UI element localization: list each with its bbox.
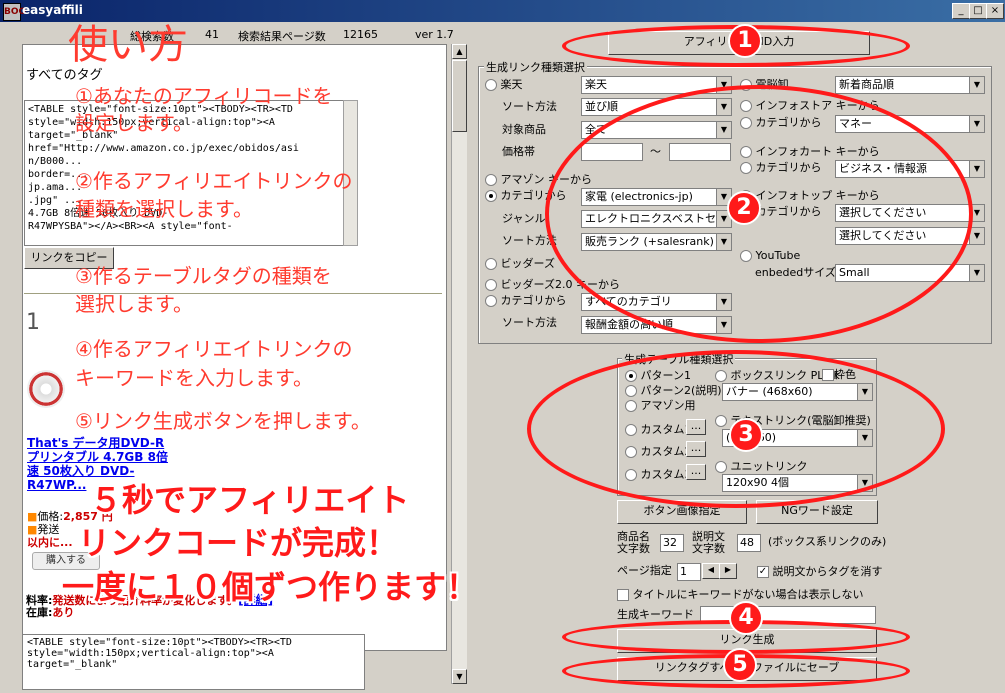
rakuten-select-value: 楽天 xyxy=(585,78,607,91)
box-only-note: (ボックス系リンクのみ) xyxy=(768,535,887,548)
maximize-button[interactable]: □ xyxy=(969,3,987,19)
page-label: ページ指定 xyxy=(617,564,672,577)
sort-label: ソート方法 xyxy=(502,100,557,113)
version-label: ver 1.7 xyxy=(415,28,454,41)
bidders20-cat-radio[interactable]: カテゴリから xyxy=(485,292,567,308)
tag-code-textarea-2[interactable]: <TABLE style="font-size:10pt"><TBODY><TR… xyxy=(22,634,365,690)
step-number-3: 3 xyxy=(729,418,763,452)
step4b-text: キーワードを入力します。 xyxy=(75,366,313,390)
step1-text: ①あなたのアフィリコードを xyxy=(75,84,333,108)
radio-icon xyxy=(485,174,497,186)
genre-label: ジャンル xyxy=(502,212,546,225)
bidders-radio[interactable]: ビッダーズ xyxy=(485,255,555,271)
step1b-text: 設定します。 xyxy=(75,111,193,135)
minimize-button[interactable]: _ xyxy=(952,3,970,19)
scroll-up-icon[interactable]: ▲ xyxy=(452,44,467,59)
radio-selected-icon xyxy=(485,190,497,202)
step3-text: ③作るテーブルタグの種類を xyxy=(75,264,332,288)
howto-heading: 使い方 xyxy=(68,22,188,68)
checkmark-icon: ✓ xyxy=(757,566,769,578)
dengeki-select[interactable]: 新着商品順 ▼ xyxy=(835,76,985,94)
promo-line-1: ５秒でアフィリエイト xyxy=(90,481,410,519)
promo-line-3: 一度に１０個ずつ作ります！ xyxy=(62,568,479,606)
dengeki-select-value: 新着商品順 xyxy=(839,78,894,91)
chevron-down-icon: ▼ xyxy=(969,161,984,177)
link-type-group-title: 生成リンク種類選択 xyxy=(484,59,587,75)
name-length-input[interactable]: 32 xyxy=(660,534,684,552)
hide-no-kw-checkbox[interactable]: タイトルにキーワードがない場合は表示しない xyxy=(617,586,864,602)
step4-text: ④作るアフィリエイトリンクの xyxy=(75,337,353,361)
page-next-icon[interactable]: ▶ xyxy=(719,563,737,579)
step-number-4: 4 xyxy=(729,601,763,635)
chevron-down-icon: ▼ xyxy=(969,77,984,93)
promo-line-2: リンクコードが完成！ xyxy=(78,524,399,562)
dvd-product-image[interactable] xyxy=(27,370,65,408)
radio-icon xyxy=(485,79,497,91)
bidders-label: ビッダーズ xyxy=(500,257,555,270)
ship-text: 以内に... xyxy=(27,536,73,549)
close-button[interactable]: × xyxy=(986,3,1004,19)
desc-length-label: 説明文 文字数 xyxy=(692,530,725,555)
remove-tags-label: 説明文からタグを消す xyxy=(772,565,883,578)
step-number-5: 5 xyxy=(723,648,757,682)
item-number: 1 xyxy=(26,310,40,335)
radio-icon xyxy=(485,295,497,307)
step2-text: ②作るアフィリエイトリンクの xyxy=(75,169,353,193)
step-number-2: 2 xyxy=(727,191,761,225)
search-count-value: 41 xyxy=(205,28,219,41)
step-number-1: 1 xyxy=(728,24,762,58)
price-range-label: 価格帯 xyxy=(502,145,535,158)
page-input[interactable]: 1 xyxy=(677,563,701,581)
chevron-down-icon: ▼ xyxy=(969,116,984,132)
name-length-label: 商品名 文字数 xyxy=(617,530,650,555)
page-prev-icon[interactable]: ◀ xyxy=(702,563,720,579)
scroll-down-icon[interactable]: ▼ xyxy=(452,669,467,684)
scroll-thumb[interactable] xyxy=(452,60,467,132)
result-pages-label: 検索結果ページ数 xyxy=(238,30,326,43)
rakuten-label: 楽天 xyxy=(500,78,523,91)
app-icon: BOO xyxy=(3,3,26,21)
desc-length-input[interactable]: 48 xyxy=(737,534,761,552)
radio-icon xyxy=(485,258,497,270)
bidders20-cat-label: カテゴリから xyxy=(500,294,567,307)
remove-tags-checkbox[interactable]: ✓ 説明文からタグを消す xyxy=(757,563,883,579)
hide-no-kw-label: タイトルにキーワードがない場合は表示しない xyxy=(632,588,864,601)
result-pages-value: 12165 xyxy=(343,28,378,41)
step2b-text: 種類を選択します。 xyxy=(75,197,253,221)
step3b-text: 選択します。 xyxy=(75,292,193,316)
target-label: 対象商品 xyxy=(502,123,546,136)
sort-select-value: 並び順 xyxy=(585,100,618,113)
chevron-down-icon: ▼ xyxy=(969,265,984,281)
radio-icon xyxy=(485,279,497,291)
rakuten-radio[interactable]: 楽天 xyxy=(485,76,523,92)
stock-label: 在庫: xyxy=(26,606,53,619)
bid-sort-label: ソート方法 xyxy=(502,316,557,329)
step5-text: ⑤リンク生成ボタンを押します。 xyxy=(75,409,371,433)
checkbox-icon xyxy=(617,589,629,601)
keyword-label: 生成キーワード xyxy=(617,608,694,621)
